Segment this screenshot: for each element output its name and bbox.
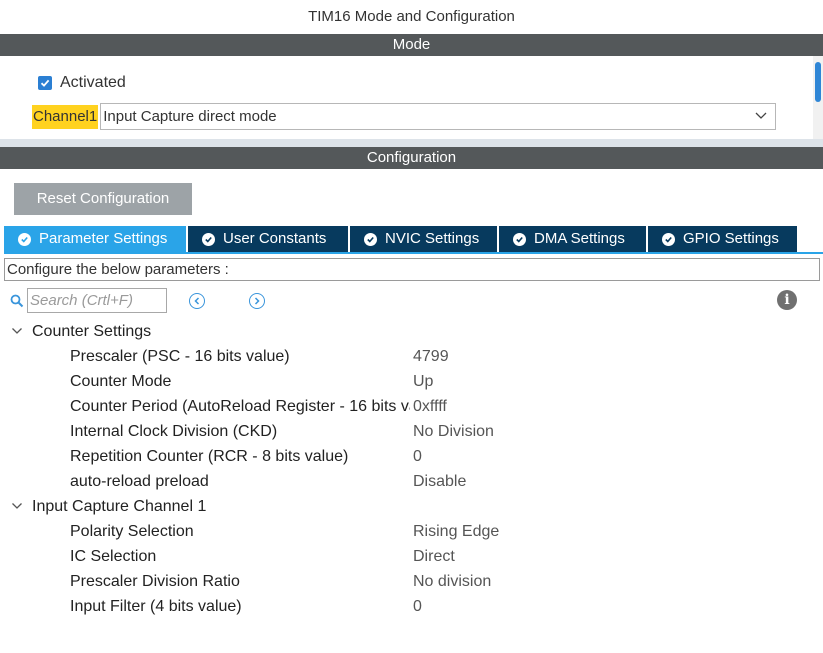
window-title: TIM16 Mode and Configuration bbox=[308, 8, 515, 25]
check-circle-icon bbox=[364, 232, 377, 246]
chevron-down-icon[interactable] bbox=[11, 500, 23, 512]
param-row[interactable]: Prescaler (PSC - 16 bits value) 4799 bbox=[0, 344, 823, 369]
param-row[interactable]: IC Selection Direct bbox=[0, 544, 823, 569]
config-tabs: Parameter Settings User Constants NVIC S… bbox=[4, 226, 799, 252]
search-input[interactable] bbox=[27, 288, 167, 313]
mode-scrollbar-thumb[interactable] bbox=[815, 62, 821, 102]
channel-row: Channel1 Input Capture direct mode bbox=[32, 103, 777, 130]
check-circle-icon bbox=[513, 232, 526, 246]
channel-label: Channel1 bbox=[32, 104, 99, 129]
tab-dma-settings[interactable]: DMA Settings bbox=[499, 226, 646, 252]
group-input-capture-channel-1[interactable]: Input Capture Channel 1 bbox=[0, 494, 823, 519]
param-name: Polarity Selection bbox=[70, 523, 194, 540]
mode-section-header: Mode bbox=[0, 34, 823, 56]
param-row[interactable]: auto-reload preload Disable bbox=[0, 469, 823, 494]
chevron-left-icon bbox=[194, 297, 200, 305]
param-value[interactable]: Direct bbox=[413, 544, 455, 569]
tab-label: DMA Settings bbox=[534, 230, 625, 247]
info-icon[interactable]: i bbox=[777, 290, 797, 310]
param-name: Input Filter (4 bits value) bbox=[70, 598, 242, 615]
tab-nvic-settings[interactable]: NVIC Settings bbox=[350, 226, 497, 252]
group-label: Input Capture Channel 1 bbox=[32, 498, 207, 515]
param-row[interactable]: Input Filter (4 bits value) 0 bbox=[0, 594, 823, 619]
group-counter-settings[interactable]: Counter Settings bbox=[0, 319, 823, 344]
param-value[interactable]: 0 bbox=[413, 594, 422, 619]
param-name: Counter Mode bbox=[70, 373, 172, 390]
reset-configuration-button[interactable]: Reset Configuration bbox=[14, 183, 192, 215]
chevron-down-icon[interactable] bbox=[11, 325, 23, 337]
param-row[interactable]: Repetition Counter (RCR - 8 bits value) … bbox=[0, 444, 823, 469]
tabs-underline bbox=[4, 252, 823, 254]
mode-scrollbar[interactable] bbox=[813, 56, 823, 139]
param-value[interactable]: 0 bbox=[413, 444, 422, 469]
param-value[interactable]: No division bbox=[413, 569, 491, 594]
param-value[interactable]: No Division bbox=[413, 419, 494, 444]
next-result-button[interactable] bbox=[249, 293, 265, 309]
previous-result-button[interactable] bbox=[189, 293, 205, 309]
param-row[interactable]: Prescaler Division Ratio No division bbox=[0, 569, 823, 594]
tab-label: GPIO Settings bbox=[683, 230, 779, 247]
param-row[interactable]: Counter Mode Up bbox=[0, 369, 823, 394]
parameter-tree: Counter Settings Prescaler (PSC - 16 bit… bbox=[0, 319, 823, 619]
param-name: auto-reload preload bbox=[70, 473, 209, 490]
activated-checkbox[interactable]: Activated bbox=[38, 74, 126, 92]
check-circle-icon bbox=[18, 232, 31, 246]
channel-mode-value: Input Capture direct mode bbox=[103, 108, 277, 125]
activated-label: Activated bbox=[60, 74, 126, 91]
param-row[interactable]: Counter Period (AutoReload Register - 16… bbox=[0, 394, 823, 419]
mode-panel: Activated Channel1 Input Capture direct … bbox=[0, 56, 823, 139]
search-icon bbox=[10, 294, 24, 307]
param-value[interactable]: 4799 bbox=[413, 344, 449, 369]
param-row[interactable]: Polarity Selection Rising Edge bbox=[0, 519, 823, 544]
channel-mode-select[interactable]: Input Capture direct mode bbox=[100, 103, 777, 130]
param-name: Prescaler Division Ratio bbox=[70, 573, 240, 590]
param-value[interactable]: Rising Edge bbox=[413, 519, 499, 544]
param-value[interactable]: 0xffff bbox=[413, 394, 447, 419]
tab-label: Parameter Settings bbox=[39, 230, 168, 247]
tab-user-constants[interactable]: User Constants bbox=[188, 226, 348, 252]
checkbox-checked-icon[interactable] bbox=[38, 76, 52, 90]
tab-label: NVIC Settings bbox=[385, 230, 480, 247]
param-name: Prescaler (PSC - 16 bits value) bbox=[70, 348, 290, 365]
chevron-right-icon bbox=[254, 297, 260, 305]
tab-label: User Constants bbox=[223, 230, 327, 247]
mode-panel-divider bbox=[0, 139, 823, 147]
check-circle-icon bbox=[662, 232, 675, 246]
param-value[interactable]: Disable bbox=[413, 469, 466, 494]
configuration-section-header: Configuration bbox=[0, 147, 823, 169]
param-name: Counter Period (AutoReload Register - 16… bbox=[70, 398, 410, 415]
check-circle-icon bbox=[202, 232, 215, 246]
param-value[interactable]: Up bbox=[413, 369, 433, 394]
search-row bbox=[10, 288, 167, 313]
param-row[interactable]: Internal Clock Division (CKD) No Divisio… bbox=[0, 419, 823, 444]
tab-parameter-settings[interactable]: Parameter Settings bbox=[4, 226, 186, 252]
configure-instructions: Configure the below parameters : bbox=[4, 258, 820, 281]
param-name: Repetition Counter (RCR - 8 bits value) bbox=[70, 448, 349, 465]
tab-gpio-settings[interactable]: GPIO Settings bbox=[648, 226, 797, 252]
group-label: Counter Settings bbox=[32, 323, 152, 340]
chevron-down-icon bbox=[755, 112, 767, 119]
param-name: Internal Clock Division (CKD) bbox=[70, 423, 278, 440]
param-name: IC Selection bbox=[70, 548, 157, 565]
